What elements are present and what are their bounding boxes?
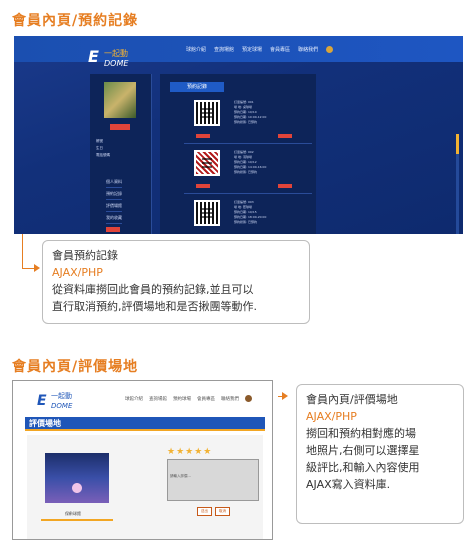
main-nav: 球館介紹 查詢場館 預約球場 會員專區 聯絡我們 <box>125 395 252 402</box>
callout-desc: 級評比,和輸入內容使用 <box>306 461 420 474</box>
svg-text:DOME: DOME <box>104 59 129 68</box>
rate-venue-button[interactable] <box>278 184 292 188</box>
menu-item-profile[interactable]: 個人資料 <box>106 176 122 188</box>
venue-caption: 保齡球館 <box>65 511 81 516</box>
nav-item[interactable]: 查詢場館 <box>214 46 234 53</box>
nav-item[interactable]: 查詢場館 <box>149 396 167 402</box>
connector-line <box>278 396 284 397</box>
comment-placeholder: 請輸入評價... <box>170 474 191 478</box>
nav-item[interactable]: 聯絡我們 <box>298 46 318 53</box>
callout-tech: AJAX/PHP <box>52 266 103 279</box>
callout-rating: 會員內頁/評價場地 AJAX/PHP 撈回和預約相對應的場 地照片,右側可以選擇… <box>296 384 464 524</box>
svg-text:一起動: 一起動 <box>104 49 128 58</box>
callout-tech: AJAX/PHP <box>306 410 357 423</box>
upload-photo-button[interactable] <box>110 124 130 130</box>
nav-item[interactable]: 會員專區 <box>270 46 290 53</box>
brand-logo: E 一起動 DOME <box>88 47 129 68</box>
form-buttons: 送出 取消 <box>197 507 230 516</box>
user-avatar-icon[interactable] <box>245 395 252 402</box>
record-fields: 訂單編號: 003 場 地: 籃球場 預約日期: 10/15 預約日期: 18:… <box>234 200 266 225</box>
record-fields: 訂單編號: 002 場 地: 羽球場 預約日期: 10/12 預約日期: 14:… <box>234 150 266 175</box>
callout-desc: 直行取消預約,評價場地和是否揪團等動作. <box>52 300 257 313</box>
menu-item-reservations[interactable]: 預約記錄 <box>106 188 122 200</box>
record-field: 預約狀態: 已預約 <box>234 120 257 124</box>
nav-item[interactable]: 球館介紹 <box>125 396 143 402</box>
records-title: 預約記錄 <box>170 82 224 92</box>
nav-item[interactable]: 球館介紹 <box>186 46 206 53</box>
submit-button[interactable]: 送出 <box>197 507 212 516</box>
member-info-line: 帳號 <box>96 139 103 143</box>
section-heading-reservation: 會員內頁/預約記錄 <box>12 13 139 29</box>
cancel-button[interactable]: 取消 <box>215 507 230 516</box>
page-title-bar: 評價場地 <box>25 417 265 431</box>
arrow-right-icon <box>34 264 40 272</box>
connector-line <box>22 268 34 269</box>
star-rating[interactable]: ★★★★★ <box>167 447 212 457</box>
record-field: 預約狀態: 已預約 <box>234 220 257 224</box>
reservation-record: 訂單編號: 001 場 地: 桌球場 預約日期: 10/10 預約日期: 10:… <box>184 98 312 144</box>
section-heading-rating: 會員內頁/評價場地 <box>12 359 139 375</box>
qr-code-icon <box>194 200 220 226</box>
member-photo <box>104 82 136 118</box>
callout-title: 會員內頁/評價場地 <box>306 393 398 406</box>
connector-line <box>22 234 23 268</box>
nav-item[interactable]: 預約球場 <box>173 396 191 402</box>
reservation-list: 訂單編號: 001 場 地: 桌球場 預約日期: 10/10 預約日期: 10:… <box>184 98 312 234</box>
member-menu: 個人資料 預約記錄 評價場館 我的收藏 <box>106 176 122 232</box>
cancel-reservation-button[interactable] <box>196 134 210 138</box>
reservation-record: 訂單編號: 003 場 地: 籃球場 預約日期: 10/15 預約日期: 18:… <box>184 198 312 234</box>
divider <box>41 519 113 521</box>
comment-input[interactable]: 請輸入評價... <box>167 459 259 501</box>
qr-code-icon <box>194 100 220 126</box>
callout-desc: 從資料庫撈回此會員的預約記錄,並且可以 <box>52 283 254 296</box>
logout-button[interactable] <box>106 227 120 232</box>
menu-item-rate[interactable]: 評價場館 <box>106 200 122 212</box>
reservation-record: 訂單編號: 002 場 地: 羽球場 預約日期: 10/12 預約日期: 14:… <box>184 148 312 194</box>
nav-item[interactable]: 會員專區 <box>197 396 215 402</box>
record-fields: 訂單編號: 001 場 地: 桌球場 預約日期: 10/10 預約日期: 10:… <box>234 100 266 125</box>
member-sidebar: 帳號 生日 電話號碼 個人資料 預約記錄 評價場館 我的收藏 <box>90 74 152 234</box>
callout-desc: 地照片,右側可以選擇星 <box>306 444 420 457</box>
svg-text:E: E <box>37 393 47 409</box>
member-info: 帳號 生日 電話號碼 <box>96 138 110 159</box>
callout-reservation: 會員預約記錄 AJAX/PHP 從資料庫撈回此會員的預約記錄,並且可以 直行取消… <box>42 240 310 324</box>
venue-photo <box>45 453 109 503</box>
scrollbar-thumb[interactable] <box>456 134 459 154</box>
callout-title: 會員預約記錄 <box>52 249 118 262</box>
member-info-line: 生日 <box>96 146 103 150</box>
menu-item-favorites[interactable]: 我的收藏 <box>106 212 122 224</box>
scrollbar[interactable] <box>456 134 459 234</box>
svg-text:DOME: DOME <box>51 402 73 410</box>
callout-desc: AJAX寫入資料庫. <box>306 478 391 491</box>
main-nav: 球館介紹 查詢場館 預定球場 會員專區 聯絡我們 <box>186 46 334 53</box>
callout-desc: 撈回和預約相對應的場 <box>306 427 416 440</box>
user-avatar-icon[interactable] <box>326 46 334 53</box>
rating-page-screenshot: E 一起動 DOME 球館介紹 查詢場館 預約球場 會員專區 聯絡我們 評價場地… <box>12 380 273 540</box>
brand-logo: E 一起動 DOME <box>37 391 73 410</box>
reservation-panel: 預約記錄 訂單編號: 001 場 地: 桌球場 預約日期: 10/10 預約日期… <box>160 74 459 234</box>
page-title: 評價場地 <box>29 419 61 428</box>
cancel-reservation-button[interactable] <box>196 184 210 188</box>
svg-text:一起動: 一起動 <box>51 391 72 400</box>
nav-item[interactable]: 聯絡我們 <box>221 396 239 402</box>
nav-item[interactable]: 預定球場 <box>242 46 262 53</box>
qr-code-icon <box>194 150 220 176</box>
rating-card: 保齡球館 ★★★★★ 請輸入評價... 送出 取消 <box>27 435 263 539</box>
rate-venue-button[interactable] <box>278 134 292 138</box>
svg-text:E: E <box>88 47 99 66</box>
member-info-line: 電話號碼 <box>96 153 110 157</box>
record-field: 預約狀態: 已預約 <box>234 170 257 174</box>
reservation-page-screenshot: E 一起動 DOME 球館介紹 查詢場館 預定球場 會員專區 聯絡我們 帳號 生… <box>14 36 463 234</box>
